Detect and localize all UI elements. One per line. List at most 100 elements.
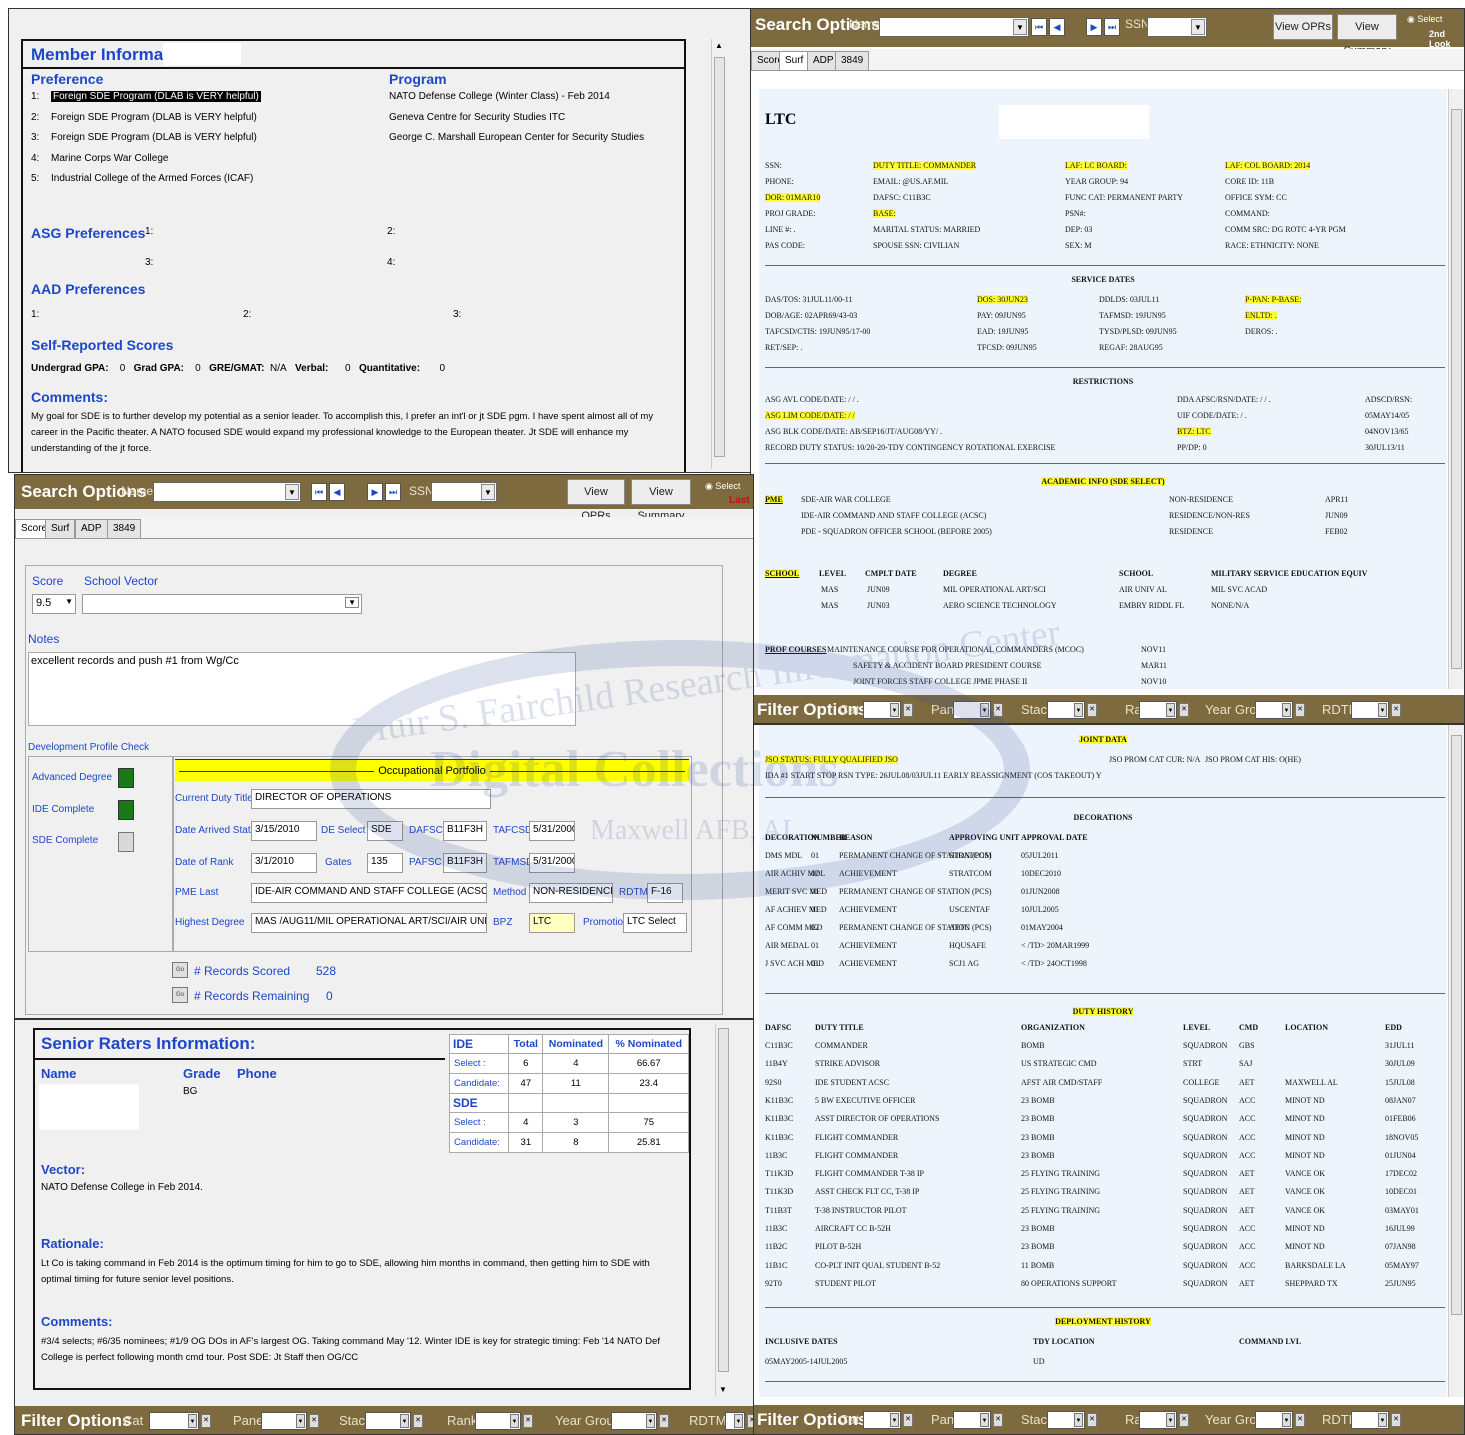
surf-view-summary-button[interactable]: View Summary	[1337, 14, 1397, 57]
clear-filter-icon[interactable]: ✕	[993, 703, 1003, 717]
surf2-content: JOINT DATA JSO STATUS: FULLY QUALIFIED J…	[759, 725, 1447, 1397]
duty-title-field[interactable]: DIRECTOR OF OPERATIONS	[251, 789, 491, 809]
score-last-button[interactable]: ⏭	[385, 483, 401, 501]
school-vector-select[interactable]: ▼	[82, 594, 362, 614]
date-arrived-field[interactable]: 3/15/2010	[251, 821, 317, 841]
filter-select[interactable]: ▼	[863, 1411, 901, 1429]
notes-textarea[interactable]: excellent records and push #1 from Wg/Cc	[28, 652, 576, 726]
dor-field[interactable]: 3/1/2010	[251, 853, 317, 873]
filter-select[interactable]: ▼	[1351, 1411, 1389, 1429]
de-select-field[interactable]: SDE	[367, 821, 403, 841]
surf-ssn-select[interactable]: ▼	[1147, 17, 1207, 37]
filter-select[interactable]: ▼	[365, 1412, 411, 1430]
filter-select[interactable]: ▼	[1047, 701, 1085, 719]
tab-3849[interactable]: 3849	[835, 51, 870, 70]
clear-filter-icon[interactable]: ✕	[747, 1414, 753, 1428]
score-ssn-select[interactable]: ▼	[431, 482, 497, 502]
filter-select[interactable]: ▼	[149, 1412, 199, 1430]
pme-field[interactable]: IDE-AIR COMMAND AND STAFF COLLEGE (ACSC)	[251, 883, 487, 903]
clear-filter-icon[interactable]: ✕	[523, 1414, 533, 1428]
promo-field[interactable]: LTC Select	[623, 913, 687, 933]
nom-cell: 47	[508, 1073, 544, 1094]
score-next-button[interactable]: ▶	[367, 483, 383, 501]
clear-filter-icon[interactable]: ✕	[1391, 1413, 1401, 1427]
surf-view-oprs-button[interactable]: View OPRs	[1273, 14, 1333, 40]
duty-cell: ACC	[1239, 1224, 1256, 1233]
clear-filter-icon[interactable]: ✕	[659, 1414, 669, 1428]
check-ide-complete[interactable]	[118, 800, 134, 820]
filter-select[interactable]: ▼	[475, 1412, 521, 1430]
tafcsd-label: TAFCSD	[493, 825, 533, 836]
surf-first-button[interactable]: ⏮	[1031, 18, 1047, 36]
tab-surf[interactable]: Surf	[45, 519, 76, 538]
tafcsd-field[interactable]: 5/31/2000	[529, 821, 575, 841]
clear-filter-icon[interactable]: ✕	[201, 1414, 211, 1428]
filter-select[interactable]: ▼	[1255, 1411, 1293, 1429]
deploy-header: INCLUSIVE DATES	[765, 1337, 838, 1346]
gates-field[interactable]: 135	[367, 853, 403, 873]
filter-select[interactable]: ▼	[1139, 1411, 1177, 1429]
filter-select[interactable]: ▼	[953, 1411, 991, 1429]
check-sde-complete[interactable]	[118, 832, 134, 852]
surf-scrollbar[interactable]	[1448, 89, 1464, 689]
tab-adp[interactable]: ADP	[75, 519, 108, 538]
filter-select[interactable]: ▼	[1139, 701, 1177, 719]
filter-select[interactable]: ▼	[1255, 701, 1293, 719]
filter-select[interactable]: ▼	[1351, 701, 1389, 719]
filter-select[interactable]: ▼	[611, 1412, 657, 1430]
dafsc-field[interactable]: B11F3H	[443, 821, 487, 841]
tafmsd-field[interactable]: 5/31/2000	[529, 853, 575, 873]
prof-date: MAR11	[1141, 661, 1167, 670]
records-scored-go-button[interactable]: Go	[172, 962, 188, 978]
tab-surf[interactable]: Surf	[779, 51, 810, 70]
tab-3849[interactable]: 3849	[107, 519, 142, 538]
surf-select-radio[interactable]: ◉ Select	[1407, 14, 1442, 25]
score-select[interactable]: 9.5 ▼	[32, 594, 76, 614]
duty-cell: K11B3C	[765, 1095, 794, 1105]
surf-next-button[interactable]: ▶	[1086, 18, 1102, 36]
clear-filter-icon[interactable]: ✕	[413, 1414, 423, 1428]
bpz-field[interactable]: LTC	[529, 913, 575, 933]
filter-select[interactable]: ▼	[1047, 1411, 1085, 1429]
pafsc-field[interactable]: B11F3H	[443, 853, 487, 873]
surf-last-button[interactable]: ⏭	[1104, 18, 1120, 36]
clear-filter-icon[interactable]: ✕	[1295, 1413, 1305, 1427]
score-view-oprs-button[interactable]: View OPRs	[567, 479, 625, 522]
clear-filter-icon[interactable]: ✕	[1179, 703, 1189, 717]
clear-filter-icon[interactable]: ✕	[309, 1414, 319, 1428]
surf2-scroll-thumb[interactable]	[1451, 735, 1462, 1315]
clear-filter-icon[interactable]: ✕	[1295, 703, 1305, 717]
rdtm-field[interactable]: F-16	[647, 883, 683, 903]
filter-select[interactable]: ▼	[863, 701, 901, 719]
records-remaining-go-button[interactable]: Go	[172, 987, 188, 1003]
surf-field: DOR: 01MAR10	[765, 193, 821, 202]
member-scroll-thumb[interactable]	[714, 57, 725, 457]
filter-select[interactable]: ▼	[725, 1412, 745, 1430]
clear-filter-icon[interactable]: ✕	[1179, 1413, 1189, 1427]
clear-filter-icon[interactable]: ✕	[903, 1413, 913, 1427]
prof-courses-label: PROF COURSES	[765, 645, 827, 654]
surf-name-select[interactable]: ▼	[879, 17, 1029, 37]
surf-scroll-thumb[interactable]	[1451, 109, 1462, 669]
ida-line: IDA #1 START STOP RSN TYPE: 26JUL08/03JU…	[765, 771, 1102, 780]
clear-filter-icon[interactable]: ✕	[1087, 1413, 1097, 1427]
senior-scroll-thumb[interactable]	[718, 1028, 729, 1372]
senior-scrollbar[interactable]: ▼	[715, 1024, 731, 1396]
clear-filter-icon[interactable]: ✕	[903, 703, 913, 717]
score-name-select[interactable]: ▼	[153, 482, 301, 502]
clear-filter-icon[interactable]: ✕	[993, 1413, 1003, 1427]
score-prev-button[interactable]: ◀	[329, 483, 345, 501]
degree-field[interactable]: MAS /AUG11/MIL OPERATIONAL ART/SCI/AIR U…	[251, 913, 487, 933]
score-select-radio[interactable]: ◉ Select	[705, 481, 740, 492]
surf-prev-button[interactable]: ◀	[1049, 18, 1065, 36]
check-advanced-degree[interactable]	[118, 768, 134, 788]
score-view-summary-button[interactable]: View Summary	[631, 479, 691, 522]
clear-filter-icon[interactable]: ✕	[1391, 703, 1401, 717]
member-scrollbar[interactable]: ▲	[711, 39, 727, 469]
filter-select[interactable]: ▼	[261, 1412, 307, 1430]
filter-select[interactable]: ▼	[953, 701, 991, 719]
score-first-button[interactable]: ⏮	[311, 483, 327, 501]
method-field[interactable]: NON-RESIDENCE	[529, 883, 613, 903]
surf2-scrollbar[interactable]	[1448, 725, 1464, 1397]
clear-filter-icon[interactable]: ✕	[1087, 703, 1097, 717]
